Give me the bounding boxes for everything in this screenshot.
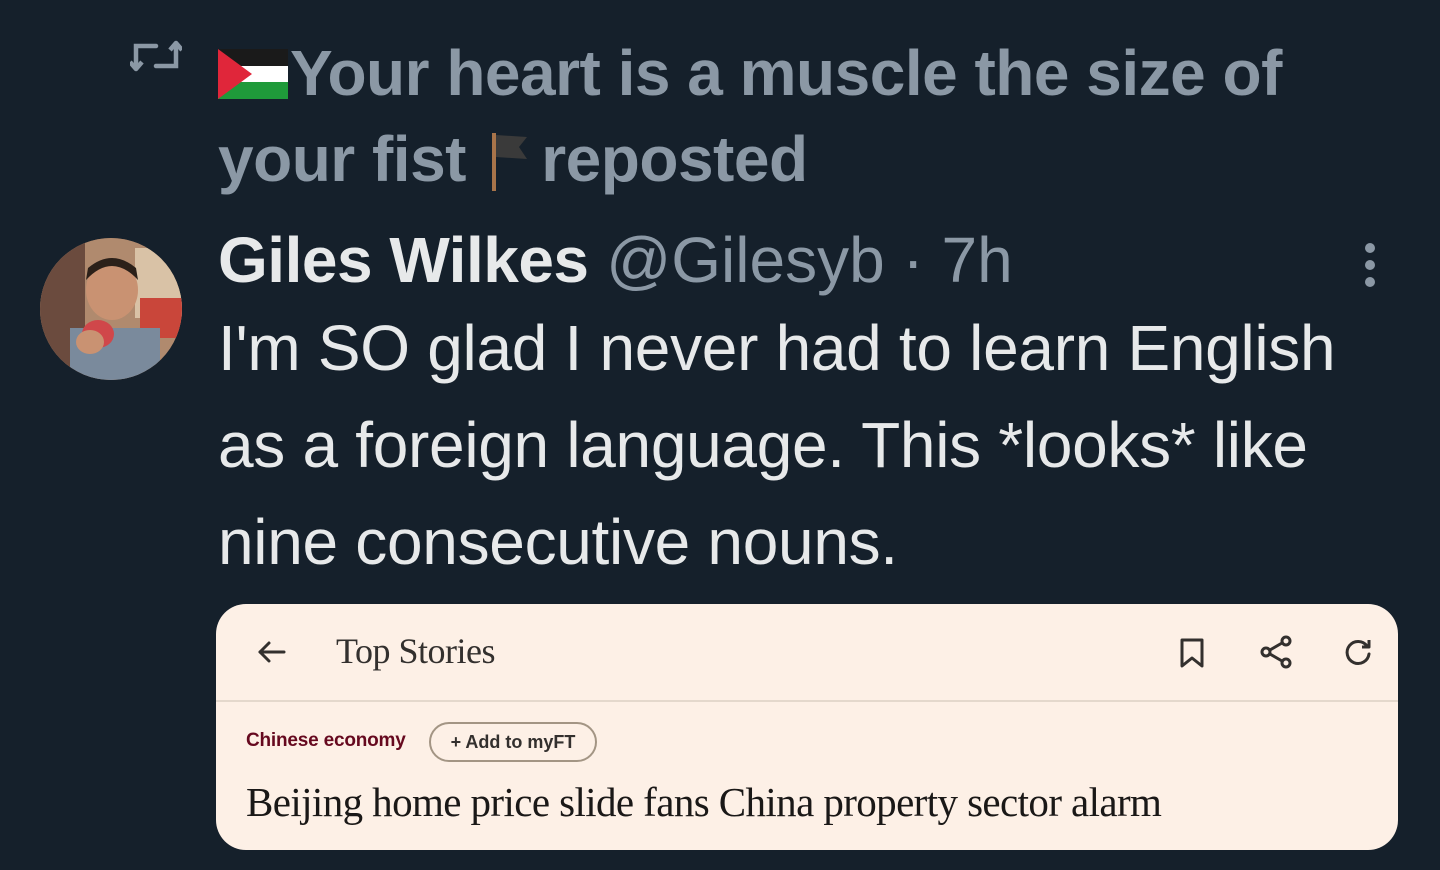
card-header-bar: Top Stories — [216, 604, 1398, 702]
author-name[interactable]: Giles Wilkes — [218, 224, 589, 296]
palestine-flag-icon — [218, 49, 288, 99]
author-avatar[interactable] — [40, 238, 182, 380]
avatar-photo — [40, 238, 182, 380]
black-flag-icon — [492, 133, 528, 191]
repost-icon — [130, 40, 182, 72]
author-handle-time[interactable]: @Gilesyb · 7h — [606, 224, 1012, 296]
card-topic-tag: Chinese economy — [246, 730, 406, 751]
attached-screenshot-card[interactable]: Top Stories Chinese economy + Add to myF… — [216, 604, 1398, 850]
add-to-myft-button: + Add to myFT — [429, 722, 597, 762]
card-title: Top Stories — [336, 631, 495, 671]
tweet-text: I'm SO glad I never had to learn English… — [218, 312, 1336, 578]
refresh-icon — [1345, 639, 1371, 665]
share-icon — [1260, 635, 1292, 669]
tweet-header: Giles Wilkes @Gilesyb · 7h — [218, 218, 1013, 302]
bookmark-icon — [1180, 638, 1204, 668]
repost-suffix: reposted — [541, 123, 808, 195]
card-headline: Beijing home price slide fans China prop… — [246, 779, 1162, 825]
arrow-left-icon — [258, 641, 286, 663]
more-vertical-icon[interactable] — [1350, 240, 1390, 290]
